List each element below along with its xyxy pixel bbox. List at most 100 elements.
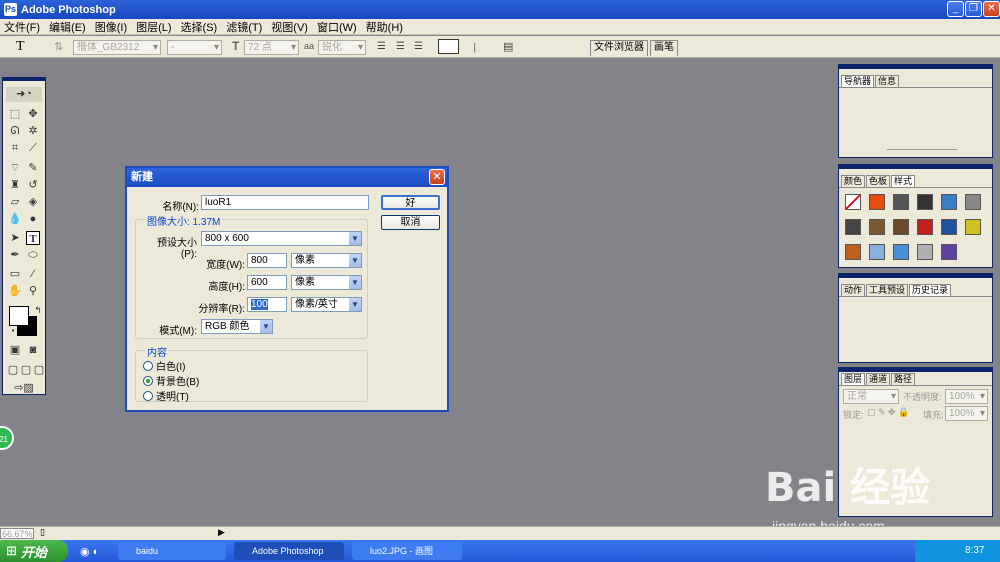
cancel-button[interactable]: 取消 [381,215,440,230]
close-button[interactable]: ✕ [983,1,1000,17]
quick-mask-mode-icon[interactable]: ◙ [26,343,40,357]
ok-button[interactable]: 好 [381,195,440,210]
tab-color[interactable]: 颜色 [841,175,866,187]
name-input[interactable]: luoR1 [201,195,369,210]
align-right-icon[interactable]: ☰ [414,41,423,52]
style-swatch[interactable] [941,244,957,260]
taskbar-item-baidu[interactable]: baidu [118,542,226,560]
foreground-color-swatch[interactable] [9,306,29,326]
resolution-unit-select[interactable]: 像素/英寸 ▼ [291,297,362,312]
style-swatch[interactable] [941,219,957,235]
screen-mode-standard-icon[interactable]: ▢ [6,363,20,377]
style-swatch[interactable] [917,194,933,210]
width-unit-select[interactable]: 像素 ▼ [291,253,362,268]
style-swatch[interactable] [917,219,933,235]
height-input[interactable]: 600 [247,275,287,290]
menu-select[interactable]: 选择(S) [181,19,218,35]
preset-select[interactable]: 800 x 600 ▼ [201,231,362,246]
style-swatch[interactable] [941,194,957,210]
notes-tool-icon[interactable]: ▭ [8,267,22,281]
menu-file[interactable]: 文件(F) [4,19,40,35]
standard-mode-icon[interactable]: ▣ [8,343,22,357]
dodge-tool-icon[interactable]: ● [26,212,40,226]
taskbar-item-paint[interactable]: luo2.JPG - 画图 [352,542,462,560]
menu-view[interactable]: 视图(V) [271,19,308,35]
path-selection-tool-icon[interactable]: ➤ [8,231,22,245]
taskbar-item-photoshop[interactable]: Adobe Photoshop [234,542,344,560]
tab-actions[interactable]: 动作 [841,284,866,296]
resolution-input[interactable]: 100 [247,297,287,312]
menu-help[interactable]: 帮助(H) [366,19,403,35]
font-style-select[interactable]: - [167,40,222,55]
eraser-tool-icon[interactable]: ▱ [8,195,22,209]
quicklaunch-icons[interactable]: ◉ ◐ [80,545,99,558]
shape-tool-icon[interactable]: ⬭ [26,248,40,262]
hand-tool-icon[interactable]: ✋ [8,284,22,298]
warp-text-icon[interactable]: ꞁ [473,39,476,53]
font-size-select[interactable]: 72 点 [244,40,299,55]
opacity-input[interactable]: 100% [945,389,988,404]
style-swatch[interactable] [965,194,981,210]
eyedropper-tool-icon[interactable]: ⁄ [26,267,40,281]
tab-history[interactable]: 历史记录 [909,284,952,296]
default-colors-icon[interactable]: ▪ [6,324,20,338]
text-color-swatch[interactable] [438,39,459,54]
style-swatch[interactable] [893,219,909,235]
lasso-tool-icon[interactable]: ᘏ [8,124,22,138]
swap-colors-icon[interactable]: ↰ [31,303,45,317]
tab-styles[interactable]: 样式 [891,175,916,187]
document-info-icon[interactable]: ▯ [40,527,45,538]
width-input[interactable]: 800 [247,253,287,268]
adobe-online-icon[interactable]: ➜◔ [6,87,42,102]
antialias-select[interactable]: 锐化 [318,40,366,55]
zoom-slider[interactable] [887,149,957,153]
start-button[interactable]: ⊞ 开始 [0,540,68,562]
tab-navigator[interactable]: 导航器 [841,75,875,87]
style-swatch[interactable] [869,244,885,260]
status-arrow-icon[interactable]: ▶ [218,527,225,538]
menu-filter[interactable]: 滤镜(T) [226,19,262,35]
style-swatch[interactable] [845,194,861,210]
palettes-icon[interactable]: ▤ [503,40,513,53]
style-swatch[interactable] [893,194,909,210]
zoom-tool-icon[interactable]: ⚲ [26,284,40,298]
lock-icons[interactable]: ▢ ✎ ✥ 🔒 [867,407,909,418]
contents-option-background[interactable]: 背景色(B) [143,373,199,388]
screen-mode-full-menu-icon[interactable]: ▢ [19,363,33,377]
healing-brush-tool-icon[interactable]: ⌔ [8,161,22,175]
menu-edit[interactable]: 编辑(E) [49,19,86,35]
paint-bucket-tool-icon[interactable]: ◈ [26,195,40,209]
style-swatch[interactable] [893,244,909,260]
tab-layers[interactable]: 图层 [841,373,866,385]
pen-tool-icon[interactable]: ✒ [8,248,22,262]
style-swatch[interactable] [917,244,933,260]
zoom-level[interactable]: 66.67% [0,528,34,539]
align-left-icon[interactable]: ☰ [377,41,386,52]
blend-mode-select[interactable]: 正常 [843,389,899,404]
tab-swatches[interactable]: 色板 [866,175,891,187]
dialog-close-button[interactable]: ✕ [429,169,445,185]
blur-tool-icon[interactable]: 💧 [8,212,22,226]
tab-tool-presets[interactable]: 工具预设 [866,284,909,296]
brush-tool-icon[interactable]: ✎ [26,161,40,175]
tab-brushes[interactable]: 画笔 [650,40,678,56]
font-family-select[interactable]: 楷体_GB2312 [73,40,161,55]
slice-tool-icon[interactable]: ⟋ [26,141,40,155]
menu-layer[interactable]: 图层(L) [136,19,171,35]
restore-button[interactable]: ❐ [965,1,982,17]
jump-to-imageready-icon[interactable]: ⇨▨ [8,381,40,395]
tab-info[interactable]: 信息 [875,75,900,87]
style-swatch[interactable] [965,219,981,235]
menu-window[interactable]: 窗口(W) [317,19,357,35]
style-swatch[interactable] [845,219,861,235]
mode-select[interactable]: RGB 颜色 ▼ [201,319,273,334]
fill-input[interactable]: 100% [945,406,988,421]
screen-mode-full-icon[interactable]: ▢ [32,363,46,377]
history-brush-tool-icon[interactable]: ↺ [26,178,40,192]
style-swatch[interactable] [869,219,885,235]
style-swatch[interactable] [845,244,861,260]
clone-stamp-tool-icon[interactable]: ♜ [8,178,22,192]
magic-wand-tool-icon[interactable]: ✲ [26,124,40,138]
align-center-icon[interactable]: ☰ [396,41,405,52]
tab-channels[interactable]: 通道 [866,373,891,385]
